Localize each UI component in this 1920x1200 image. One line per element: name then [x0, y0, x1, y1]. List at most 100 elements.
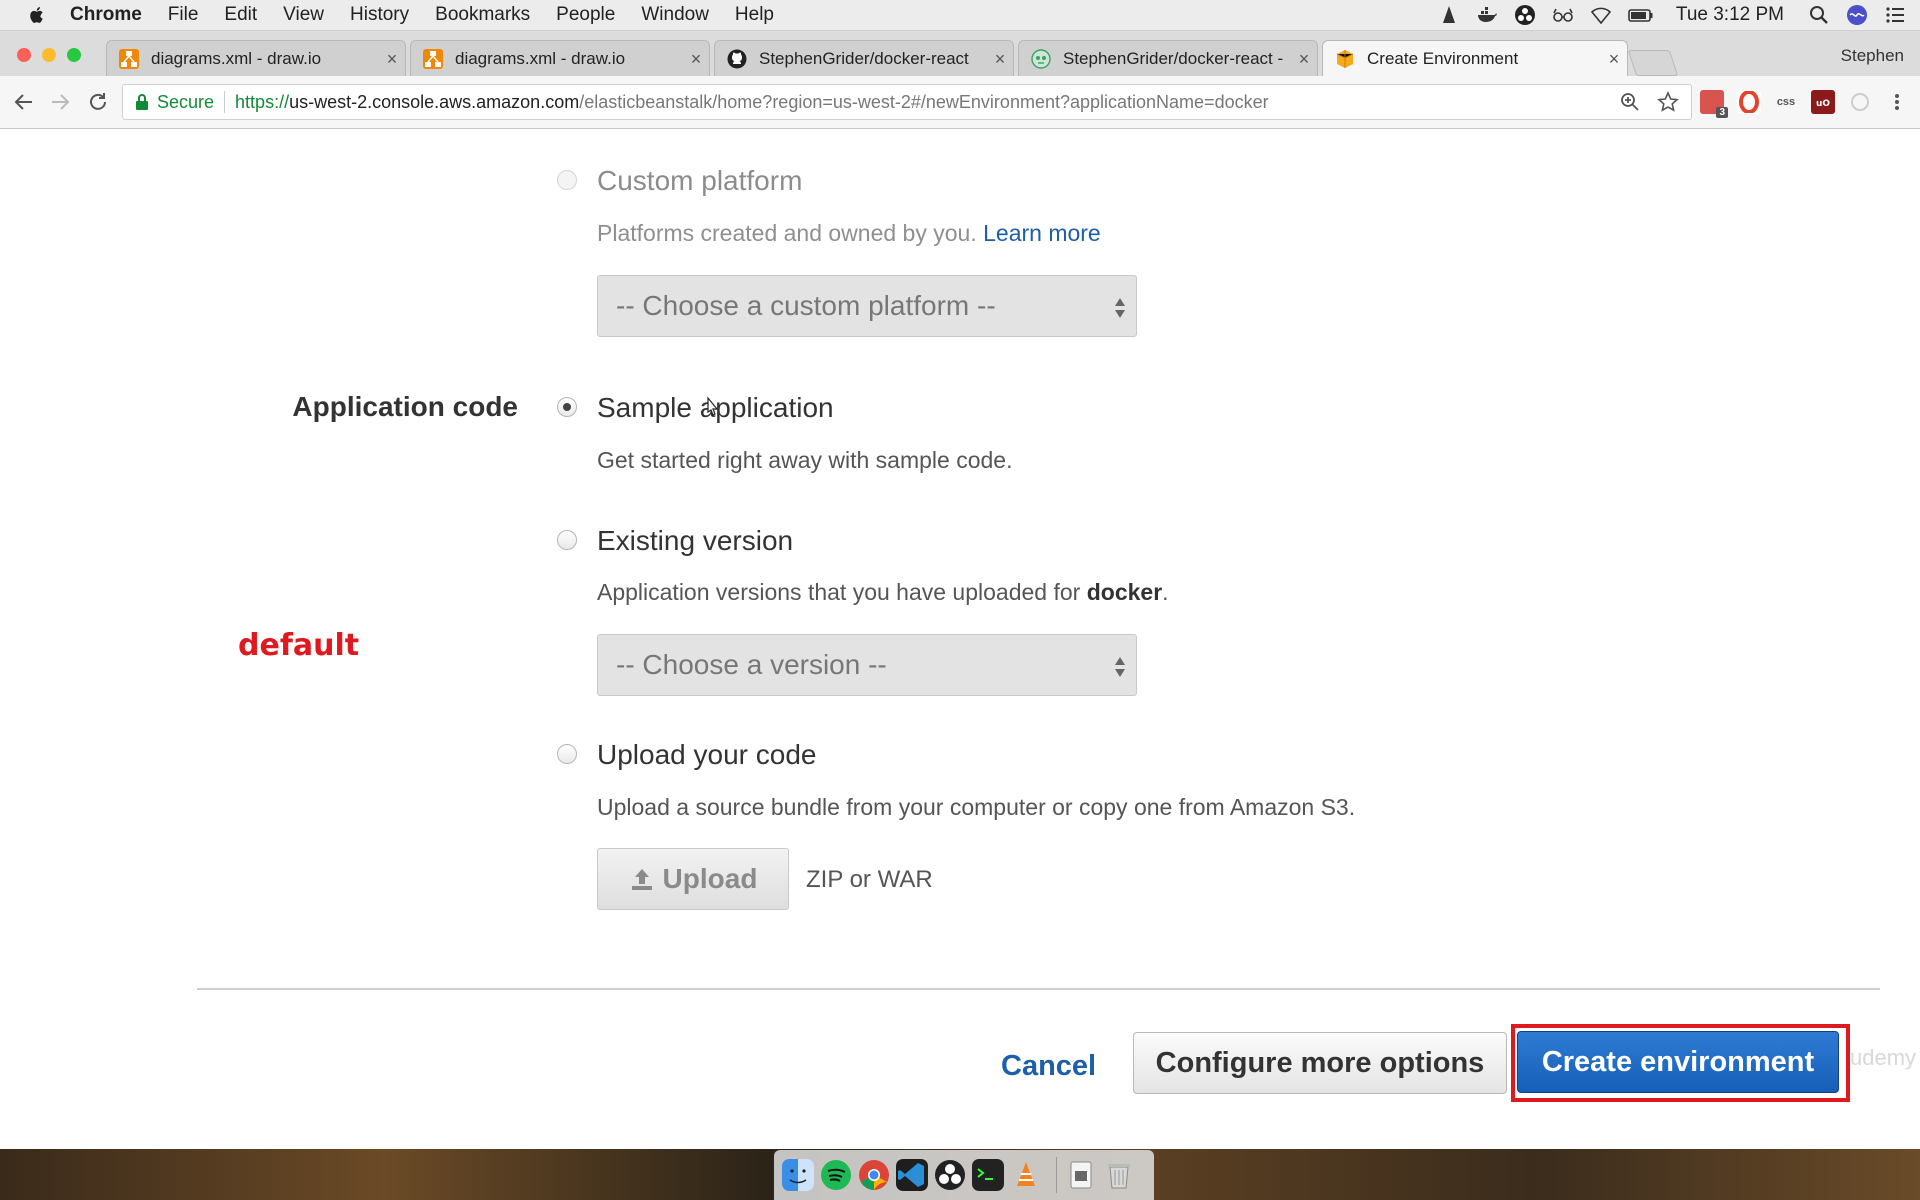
- menu-status-area: Tue 3:12 PM: [1422, 0, 1906, 30]
- docker-icon[interactable]: [1476, 4, 1498, 26]
- create-environment-button[interactable]: Create environment: [1517, 1031, 1839, 1093]
- tab-label: StephenGrider/docker-react -: [1063, 49, 1284, 68]
- forward-arrow-icon[interactable]: [48, 90, 72, 114]
- github-icon: [727, 49, 747, 69]
- tab-label: diagrams.xml - draw.io: [455, 49, 626, 68]
- drawio-icon: [423, 49, 443, 69]
- zoom-icon[interactable]: [1619, 91, 1641, 113]
- existing-version-radio[interactable]: [557, 530, 577, 550]
- existing-version-desc-suffix: .: [1162, 579, 1169, 605]
- custom-platform-title: Custom platform: [597, 165, 803, 196]
- udemy-watermark: udemy: [1850, 1045, 1917, 1070]
- custom-platform-select[interactable]: -- Choose a custom platform --: [597, 275, 1137, 337]
- upload-button[interactable]: Upload: [597, 848, 789, 910]
- apple-icon[interactable]: [26, 4, 48, 26]
- menu-people[interactable]: People: [556, 4, 615, 26]
- custom-platform-select-value: -- Choose a custom platform --: [616, 290, 996, 321]
- tab-create-environment[interactable]: Create Environment ×: [1322, 40, 1628, 77]
- tab-label: StephenGrider/docker-react: [759, 49, 969, 68]
- default-annotation: default: [238, 628, 360, 663]
- tab-close-icon[interactable]: ×: [987, 49, 1013, 70]
- menu-help[interactable]: Help: [735, 4, 774, 26]
- menu-history[interactable]: History: [350, 4, 409, 26]
- notification-center-icon[interactable]: [1884, 4, 1906, 26]
- upload-icon: [631, 869, 652, 890]
- bookmark-star-icon[interactable]: [1657, 91, 1679, 113]
- vlc-icon[interactable]: [1010, 1159, 1042, 1191]
- calendar-extension-icon[interactable]: 3: [1700, 90, 1728, 118]
- sample-application-radio[interactable]: [557, 397, 577, 417]
- window-minimize-button[interactable]: [42, 48, 56, 62]
- tab-travis-docker-react[interactable]: StephenGrider/docker-react - ×: [1018, 40, 1318, 77]
- macos-dock: [774, 1150, 1154, 1200]
- vlc-icon[interactable]: [1438, 4, 1460, 26]
- custom-platform-radio[interactable]: [557, 170, 577, 190]
- disabled-extension-icon[interactable]: [1848, 90, 1872, 114]
- obs-icon[interactable]: [934, 1159, 966, 1191]
- menu-app-name[interactable]: Chrome: [70, 4, 142, 26]
- address-separator: [224, 91, 226, 113]
- version-select[interactable]: -- Choose a version --: [597, 634, 1137, 696]
- menu-clock[interactable]: Tue 3:12 PM: [1676, 4, 1784, 26]
- configure-more-options-button[interactable]: Configure more options: [1133, 1032, 1507, 1094]
- travis-icon: [1031, 49, 1051, 69]
- obs-icon[interactable]: [1514, 4, 1536, 26]
- siri-icon[interactable]: [1846, 4, 1868, 26]
- select-arrows-icon: [1115, 298, 1125, 318]
- ublock-icon[interactable]: uO: [1811, 90, 1835, 114]
- tab-close-icon[interactable]: ×: [1291, 49, 1317, 70]
- chrome-menu-icon[interactable]: [1885, 90, 1909, 114]
- url-scheme: https://: [235, 91, 290, 112]
- tab-github-docker-react[interactable]: StephenGrider/docker-react ×: [714, 40, 1014, 77]
- tab-drawio-1[interactable]: diagrams.xml - draw.io ×: [106, 40, 406, 77]
- create-button-label: Create environment: [1541, 1045, 1815, 1078]
- menu-file[interactable]: File: [168, 4, 199, 26]
- cancel-button[interactable]: Cancel: [1001, 1050, 1096, 1083]
- url-host: us-west-2.console.aws.amazon.com: [289, 91, 580, 112]
- documents-icon[interactable]: [1065, 1159, 1097, 1191]
- upload-code-radio[interactable]: [557, 744, 577, 764]
- vscode-icon[interactable]: [896, 1159, 928, 1191]
- configure-button-label: Configure more options: [1155, 1046, 1485, 1079]
- menu-view[interactable]: View: [283, 4, 324, 26]
- reload-icon[interactable]: [86, 90, 110, 114]
- wifi-icon[interactable]: [1590, 4, 1612, 26]
- select-arrows-icon: [1115, 657, 1125, 677]
- custom-platform-desc-text: Platforms created and owned by you.: [597, 220, 977, 246]
- trash-icon[interactable]: [1103, 1159, 1135, 1191]
- menu-bookmarks[interactable]: Bookmarks: [435, 4, 530, 26]
- mouse-cursor-icon: [707, 396, 719, 416]
- battery-icon[interactable]: [1628, 4, 1654, 26]
- address-bar[interactable]: Secure https:// us-west-2.console.aws.am…: [122, 84, 1692, 120]
- tab-drawio-2[interactable]: diagrams.xml - draw.io ×: [410, 40, 710, 77]
- chrome-icon[interactable]: [858, 1159, 890, 1191]
- existing-version-desc: Application versions that you have uploa…: [597, 579, 1169, 606]
- tab-close-icon[interactable]: ×: [379, 49, 405, 70]
- terminal-icon[interactable]: [972, 1159, 1004, 1191]
- menu-window[interactable]: Window: [641, 4, 709, 26]
- application-code-label: Application code: [292, 391, 518, 422]
- glasses-icon[interactable]: [1552, 4, 1574, 26]
- back-arrow-icon[interactable]: [12, 90, 36, 114]
- menu-edit[interactable]: Edit: [224, 4, 257, 26]
- learn-more-link[interactable]: Learn more: [983, 220, 1101, 246]
- tab-close-icon[interactable]: ×: [1601, 49, 1627, 70]
- finder-icon[interactable]: [782, 1159, 814, 1191]
- tab-close-icon[interactable]: ×: [683, 49, 709, 70]
- browser-toolbar: Secure https:// us-west-2.console.aws.am…: [0, 76, 1920, 129]
- spotify-icon[interactable]: [820, 1159, 852, 1191]
- upload-button-label: Upload: [662, 863, 758, 894]
- window-zoom-button[interactable]: [67, 48, 81, 62]
- existing-version-title[interactable]: Existing version: [597, 525, 793, 557]
- spotlight-icon[interactable]: [1808, 4, 1830, 26]
- url-path: /elasticbeanstalk/home?region=us-west-2#…: [579, 91, 1269, 112]
- css-extension-icon[interactable]: css: [1774, 90, 1798, 114]
- upload-code-title[interactable]: Upload your code: [597, 739, 816, 771]
- profile-name[interactable]: Stephen: [1841, 46, 1904, 66]
- application-name: docker: [1086, 579, 1163, 605]
- omnibox-actions: [1603, 91, 1679, 113]
- window-close-button[interactable]: [17, 48, 31, 62]
- opera-extension-icon[interactable]: [1737, 90, 1761, 114]
- macos-menu-bar: Chrome File Edit View History Bookmarks …: [0, 0, 1920, 31]
- new-tab-button[interactable]: [1627, 50, 1679, 76]
